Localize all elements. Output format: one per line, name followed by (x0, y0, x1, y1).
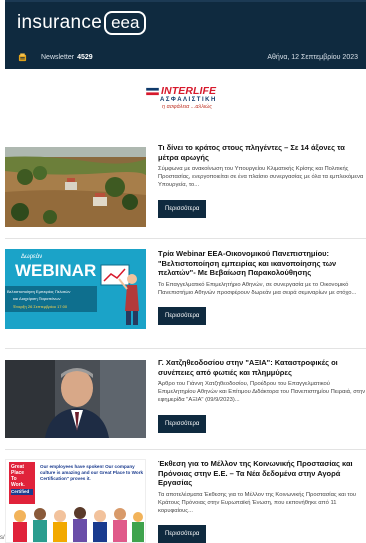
article-title[interactable]: Έκθεση για το Μέλλον της Κοινωνικής Προσ… (158, 459, 366, 488)
presenter-illustration-icon (100, 264, 139, 325)
gptw-badge-certified: Certified (11, 489, 33, 495)
flood-image (5, 147, 146, 227)
gptw-quote: Our employees have spoken! Our company c… (40, 464, 144, 481)
article-title[interactable]: Γ. Χατζηθεοδοσίου στην "ΑΞΙΑ": Καταστροφ… (158, 358, 366, 377)
newsletter-bar: Newsletter 4529 Αθήνα, 12 Σεπτεμβρίου 20… (18, 50, 358, 64)
gptw-badge: Great Place To Work. Certified (9, 462, 35, 504)
read-more-button[interactable]: Περισσότερα (158, 199, 207, 218)
article-divider (5, 449, 366, 450)
article-divider (5, 348, 366, 349)
webinar-free-label: Δωρεάν (21, 254, 43, 260)
article-image-webinar[interactable]: Δωρεάν WEBINAR Βελτιστοποίηση Εμπειρίας … (5, 249, 146, 329)
people-illustration-icon (13, 507, 144, 542)
newsletter-date: Αθήνα, 12 Σεπτεμβρίου 2023 (267, 53, 358, 61)
article-excerpt: Το Επαγγελματικό Επιμελητήριο Αθηνών, σε… (158, 281, 357, 296)
article-image-portrait[interactable] (5, 360, 146, 438)
sponsor-tagline: η ασφάλεια ...αλλιώς (162, 104, 213, 110)
logo-word: insurance (17, 12, 103, 33)
article-excerpt: Τα αποτελέσματα Έκθεσης για το Μέλλον τη… (158, 491, 357, 514)
article-text: Τι δίνει το κράτος στους πληγέντες – Σε … (158, 143, 366, 218)
newsletter-icon (18, 52, 27, 61)
article-text: Γ. Χατζηθεοδοσίου στην "ΑΞΙΑ": Καταστροφ… (158, 358, 366, 433)
article-excerpt: Σύμφωνα με ανακοίνωση του Υπουργείου Κλι… (158, 166, 364, 189)
article-excerpt: Άρθρο του Γιάννη Χατζηθεοδοσίου, Προέδρο… (158, 381, 366, 404)
webinar-line3: Έναρξη 26 Σεπτεμβρίου 17:00 (13, 304, 68, 309)
webinar-line1: Βελτιστοποίηση Εμπειρίας Πελατών (7, 289, 71, 294)
sponsor-brand: INTERLIFE (161, 85, 217, 97)
article-image-flood[interactable] (5, 147, 146, 227)
article-text: Τρία Webinar ΕΕΑ-Οικονομικού Πανεπιστημί… (158, 249, 366, 325)
portrait-image (5, 360, 146, 438)
webinar-line2: και Διαχείριση Παραπόνων (13, 296, 61, 301)
article-divider (5, 238, 366, 239)
article-title[interactable]: Τρία Webinar ΕΕΑ-Οικονομικού Πανεπιστημί… (158, 249, 366, 278)
read-more-button[interactable]: Περισσότερα (158, 414, 207, 433)
newsletter-label: Newsletter (41, 53, 75, 61)
read-more-button[interactable]: Περισσότερα (158, 525, 207, 543)
webinar-big-label: WEBINAR (15, 261, 97, 280)
sponsor-sub: ΑΣΦΑΛΙΣΤΙΚΗ (160, 97, 217, 103)
logo-badge: eea (104, 11, 147, 35)
newsletter-header: insurance eea Newsletter 4529 Αθήνα, 12 … (5, 0, 366, 69)
article-image-gptw[interactable]: Great Place To Work. Certified Our emplo… (5, 459, 146, 543)
article-text: Έκθεση για το Μέλλον της Κοινωνικής Προσ… (158, 459, 366, 543)
newsletter-number: 4529 (77, 53, 93, 61)
gptw-badge-line: Work. (11, 482, 25, 488)
interlife-mark-icon (146, 87, 159, 95)
article-title[interactable]: Τι δίνει το κράτος στους πληγέντες – Σε … (158, 143, 366, 162)
corner-text: s/ (0, 535, 5, 541)
read-more-button[interactable]: Περισσότερα (158, 306, 207, 325)
site-logo[interactable]: insurance eea (17, 11, 147, 35)
sponsor-logo-interlife[interactable]: INTERLIFE ΑΣΦΑΛΙΣΤΙΚΗ η ασφάλεια ...αλλι… (146, 85, 232, 119)
